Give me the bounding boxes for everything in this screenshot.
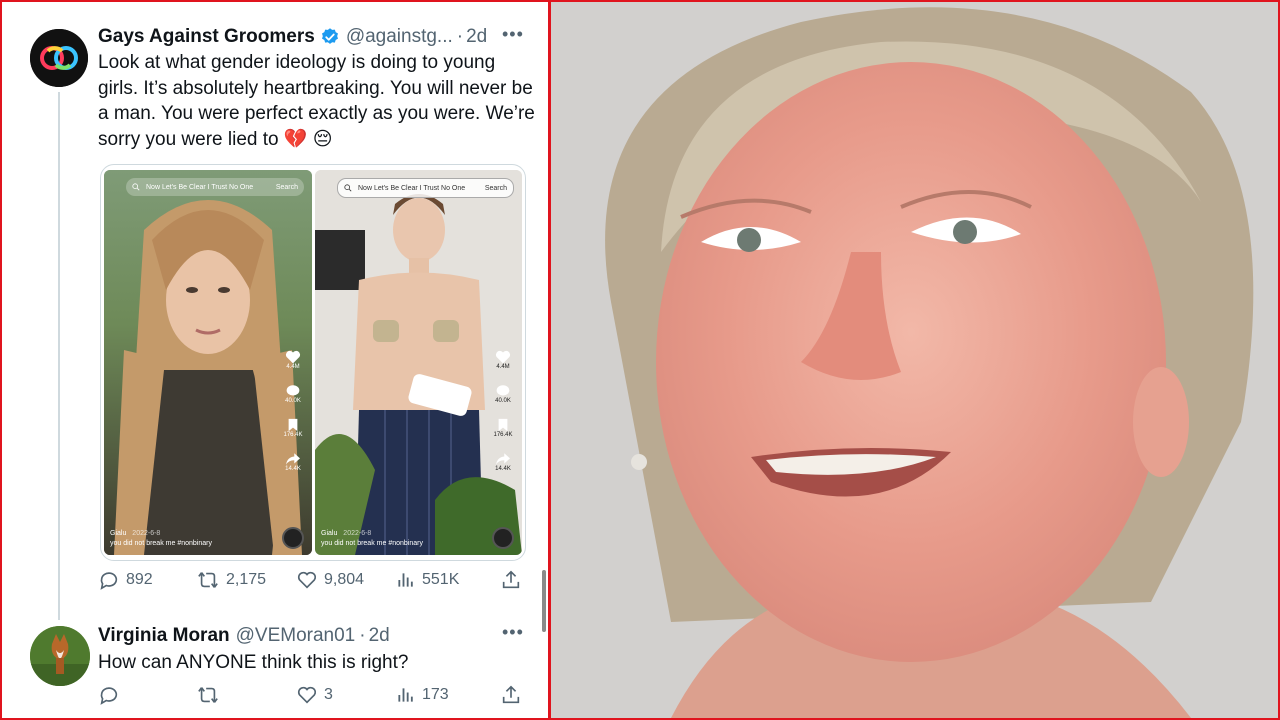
author-handle[interactable]: @againstg... <box>346 26 453 48</box>
reply-icon <box>100 572 118 590</box>
media-screenshot-left[interactable]: Now Let's Be Clear I Trust No One Search… <box>104 170 312 555</box>
reply-icon <box>100 687 118 705</box>
more-icon[interactable]: ••• <box>502 622 524 643</box>
share-action[interactable]: 14.4K <box>495 452 511 472</box>
more-icon[interactable]: ••• <box>502 24 524 45</box>
tiktok-actions: 4.4M 40.0K 176.4K 14.4K <box>490 350 516 472</box>
reply-avatar[interactable] <box>30 626 90 686</box>
reply-button[interactable]: 892 <box>98 569 153 591</box>
search-icon <box>344 184 352 192</box>
video-date: 2022-6-8 <box>343 530 372 537</box>
reply-text: How can ANYONE think this is right? <box>98 652 409 673</box>
like-count: 4.4M <box>286 364 300 370</box>
portrait-panel <box>551 2 1278 718</box>
share-arrow-icon <box>496 453 510 465</box>
search-button[interactable]: Search <box>485 185 507 192</box>
music-disc-icon[interactable] <box>282 527 304 549</box>
share-icon <box>502 685 520 704</box>
repost-icon <box>198 687 218 703</box>
tiktok-actions: 4.4M 40.0K 176.4K 14.4K <box>280 350 306 472</box>
views-icon <box>398 688 413 702</box>
video-username: Gialu <box>321 530 338 537</box>
like-icon <box>297 686 317 704</box>
like-action[interactable]: 4.4M <box>285 350 301 370</box>
like-button[interactable]: 3 <box>296 684 333 706</box>
comment-action[interactable]: 40.0K <box>495 384 511 404</box>
media-screenshot-right[interactable]: Now Let's Be Clear I Trust No One Search… <box>315 170 522 555</box>
tweet-text: Look at what gender ideology is doing to… <box>98 52 535 150</box>
comment-count: 40.0K <box>285 398 301 404</box>
like-icon <box>297 571 317 589</box>
search-bar[interactable]: Now Let's Be Clear I Trust No One Search <box>126 178 304 196</box>
share-action[interactable]: 14.4K <box>285 452 301 472</box>
tweet-header: Gays Against Groomers @againstg... · 2d <box>98 24 538 50</box>
share-button[interactable] <box>500 569 528 591</box>
bookmark-icon <box>498 418 508 432</box>
reply-author-name[interactable]: Virginia Moran <box>98 625 230 647</box>
author-avatar[interactable] <box>30 29 88 87</box>
save-action[interactable]: 176.4K <box>493 418 513 438</box>
view-count: 173 <box>422 686 449 703</box>
comment-icon <box>286 385 300 396</box>
share-button[interactable] <box>500 684 528 706</box>
share-icon <box>502 570 520 589</box>
search-icon <box>132 183 140 191</box>
like-count: 4.4M <box>496 364 510 370</box>
share-count: 14.4K <box>495 466 511 472</box>
tweet-media[interactable]: Now Let's Be Clear I Trust No One Search… <box>100 164 526 561</box>
search-text: Now Let's Be Clear I Trust No One <box>358 184 466 192</box>
reply-author-handle[interactable]: @VEMoran01 <box>236 625 356 647</box>
fox-photo <box>30 626 90 686</box>
share-count: 14.4K <box>285 466 301 472</box>
video-username: Gialu <box>110 530 127 537</box>
reply-header: Virginia Moran @VEMoran01 · 2d <box>98 623 538 649</box>
reply-age[interactable]: 2d <box>369 625 390 647</box>
heart-icon <box>495 350 511 364</box>
comment-action[interactable]: 40.0K <box>285 384 301 404</box>
tweet-actions: 892 2,175 9,804 551K <box>98 569 528 593</box>
thread-line <box>58 92 60 620</box>
bookmark-icon <box>288 418 298 432</box>
view-count: 551K <box>422 571 460 588</box>
video-caption-text: you did not break me #nonbinary <box>110 540 212 547</box>
repost-count: 2,175 <box>226 571 267 588</box>
save-action[interactable]: 176.4K <box>283 418 303 438</box>
search-bar[interactable]: Now Let's Be Clear I Trust No One Search <box>337 178 514 198</box>
reply-actions: 3 173 <box>98 684 528 708</box>
music-disc-icon[interactable] <box>492 527 514 549</box>
verified-badge-icon <box>321 28 338 44</box>
reply-button[interactable] <box>98 684 126 706</box>
dot-separator: · <box>359 625 366 646</box>
like-count: 3 <box>324 686 333 703</box>
video-caption: Gialu 2022-6-8 you did not break me #non… <box>110 529 260 549</box>
repost-button[interactable] <box>196 684 226 706</box>
video-date: 2022-6-8 <box>132 530 161 537</box>
comment-icon <box>496 385 510 396</box>
views-icon <box>398 573 413 587</box>
views-button[interactable]: 173 <box>396 684 449 706</box>
video-caption-text: you did not break me #nonbinary <box>321 540 423 547</box>
like-count: 9,804 <box>324 571 365 588</box>
search-button[interactable]: Search <box>276 184 298 191</box>
repost-icon <box>198 572 218 588</box>
search-text: Now Let's Be Clear I Trust No One <box>146 183 254 191</box>
comment-count: 40.0K <box>495 398 511 404</box>
dot-separator: · <box>456 26 464 47</box>
heart-icon <box>285 350 301 364</box>
like-button[interactable]: 9,804 <box>296 569 364 591</box>
share-arrow-icon <box>286 453 300 465</box>
video-caption: Gialu 2022-6-8 you did not break me #non… <box>321 529 471 549</box>
like-action[interactable]: 4.4M <box>495 350 511 370</box>
views-button[interactable]: 551K <box>396 569 459 591</box>
smiling-woman-photo <box>551 2 1278 718</box>
reply-count: 892 <box>126 571 153 588</box>
tweet-panel: Gays Against Groomers @againstg... · 2d … <box>2 2 548 718</box>
tweet-age[interactable]: 2d <box>466 26 487 48</box>
author-name[interactable]: Gays Against Groomers <box>98 26 315 48</box>
save-count: 176.4K <box>493 432 513 438</box>
repost-button[interactable]: 2,175 <box>196 569 266 591</box>
logo-icon <box>30 29 88 87</box>
save-count: 176.4K <box>283 432 303 438</box>
scrollbar[interactable] <box>542 570 546 632</box>
